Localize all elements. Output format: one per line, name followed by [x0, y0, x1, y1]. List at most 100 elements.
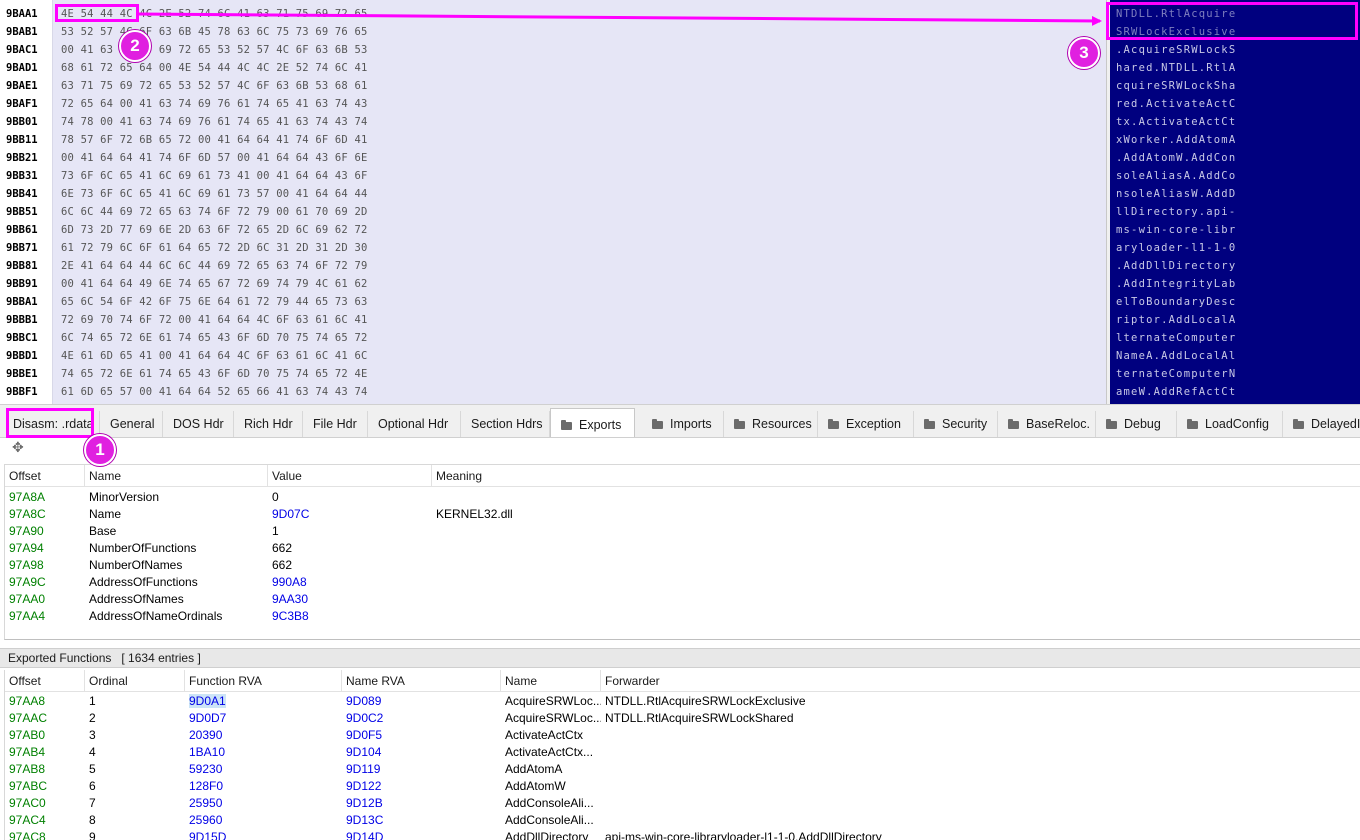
ascii-row[interactable]: red.ActivateActC [1116, 95, 1236, 113]
hex-byte-row[interactable]: 65 6C 54 6F 42 6F 75 6E 64 61 72 79 44 6… [61, 293, 368, 311]
cell-func-rva[interactable]: 9D0A1 [185, 693, 342, 710]
cell-name-rva[interactable]: 9D12B [342, 795, 501, 812]
cell-func-rva[interactable]: 1BA10 [185, 744, 342, 761]
hex-view[interactable]: 9BAA1 9BAB1 9BAC1 9BAD1 9BAE1 9BAF1 9BB01 9BB11… [0, 0, 1106, 404]
ascii-row[interactable]: hared.NTDLL.RtlA [1116, 59, 1236, 77]
table-row[interactable]: 97AA4 AddressOfNameOrdinals 9C3B8 [5, 608, 1360, 625]
cell-name-rva[interactable]: 9D104 [342, 744, 501, 761]
cell-name-rva[interactable]: 9D13C [342, 812, 501, 829]
column-header-offset[interactable]: Offset [5, 670, 85, 692]
table-row[interactable]: 97AA8 1 9D0A1 9D089 AcquireSRWLoc... NTDLL.Rt… [5, 693, 1360, 710]
ascii-row[interactable]: soleAliasA.AddCo [1116, 167, 1236, 185]
table-row[interactable]: 97A98 NumberOfNames 662 [5, 557, 1360, 574]
hex-byte-row[interactable]: 6C 6C 44 69 72 65 63 74 6F 72 79 00 61 7… [61, 203, 368, 221]
hex-byte-row[interactable]: 72 69 70 74 6F 72 00 41 64 64 4C 6F 63 6… [61, 311, 368, 329]
cell-name-rva[interactable]: 9D0C2 [342, 710, 501, 727]
tab-security[interactable]: Security [914, 411, 998, 437]
table-row[interactable]: 97AC4 8 25960 9D13C AddConsoleAli... [5, 812, 1360, 829]
ascii-row[interactable]: cquireSRWLockSha [1116, 77, 1236, 95]
hex-bytes-column[interactable]: 4E 54 44 4C 4C 2E 52 74 6C 41 63 71 75 6… [52, 0, 1106, 404]
ascii-row[interactable]: llDirectory.api- [1116, 203, 1236, 221]
column-header-value[interactable]: Value [268, 465, 432, 487]
tab-loadconfig[interactable]: LoadConfig [1177, 411, 1283, 437]
cell-name-rva[interactable]: 9D14D [342, 829, 501, 840]
column-header-name[interactable]: Name [85, 465, 268, 487]
cell-func-rva[interactable]: 59230 [185, 761, 342, 778]
column-header-forwarder[interactable]: Forwarder [601, 670, 1360, 692]
cell-name-rva[interactable]: 9D089 [342, 693, 501, 710]
cell-value[interactable]: 9D07C [268, 506, 432, 523]
table-row[interactable]: 97AAC 2 9D0D7 9D0C2 AcquireSRWLoc... NTDLL.Rt… [5, 710, 1360, 727]
tab-basereloc[interactable]: BaseReloc. [998, 411, 1096, 437]
cell-name-rva[interactable]: 9D119 [342, 761, 501, 778]
table-row[interactable]: 97ABC 6 128F0 9D122 AddAtomW [5, 778, 1360, 795]
cell-name-rva[interactable]: 9D122 [342, 778, 501, 795]
ascii-row[interactable]: .AcquireSRWLockS [1116, 41, 1236, 59]
ascii-row[interactable]: ms-win-core-libr [1116, 221, 1236, 239]
cell-value[interactable]: 9AA30 [268, 591, 432, 608]
cell-value[interactable]: 990A8 [268, 574, 432, 591]
table-row[interactable]: 97A8C Name 9D07C KERNEL32.dll [5, 506, 1360, 523]
ascii-row[interactable]: xWorker.AddAtomA [1116, 131, 1236, 149]
table-row[interactable]: 97A8A MinorVersion 0 [5, 489, 1360, 506]
table-row[interactable]: 97A90 Base 1 [5, 523, 1360, 540]
tab-file-hdr[interactable]: File Hdr [303, 411, 368, 437]
table-row[interactable]: 97AC8 9 9D15D 9D14D AddDllDirectory api-ms-wi… [5, 829, 1360, 840]
column-header-name[interactable]: Name [501, 670, 601, 692]
ascii-row[interactable]: elToBoundaryDesc [1116, 293, 1236, 311]
ascii-row[interactable]: ameW.AddRefActCt [1116, 383, 1236, 401]
hex-byte-row[interactable]: 74 78 00 41 63 74 69 76 61 74 65 41 63 7… [61, 113, 368, 131]
hex-byte-row[interactable]: 73 6F 6C 65 41 6C 69 61 73 41 00 41 64 6… [61, 167, 368, 185]
hex-byte-row[interactable]: 4E 61 6D 65 41 00 41 64 64 4C 6F 63 61 6… [61, 347, 368, 365]
column-header-meaning[interactable]: Meaning [432, 465, 1360, 487]
hex-byte-row[interactable]: 74 65 72 6E 61 74 65 43 6F 6D 70 75 74 6… [61, 365, 368, 383]
ascii-view[interactable]: NTDLL.RtlAcquire SRWLockExclusive .Acquire… [1110, 0, 1360, 404]
table-row[interactable]: 97AB4 4 1BA10 9D104 ActivateActCtx... [5, 744, 1360, 761]
hex-byte-row[interactable]: 53 52 57 4C 6F 63 6B 45 78 63 6C 75 73 6… [61, 23, 368, 41]
cell-func-rva[interactable]: 128F0 [185, 778, 342, 795]
ascii-row[interactable]: nsoleAliasW.AddD [1116, 185, 1236, 203]
hex-byte-row[interactable]: 00 41 64 64 41 74 6F 6D 57 00 41 64 64 4… [61, 149, 368, 167]
tab-resources[interactable]: Resources [724, 411, 818, 437]
ascii-row[interactable]: tx.ActivateActCt [1116, 113, 1236, 131]
cell-func-rva[interactable]: 9D0D7 [185, 710, 342, 727]
tab-debug[interactable]: Debug [1096, 411, 1177, 437]
column-header-offset[interactable]: Offset [5, 465, 85, 487]
tab-section-hdrs[interactable]: Section Hdrs [461, 411, 550, 437]
hex-byte-row[interactable]: 6C 74 65 72 6E 61 74 65 43 6F 6D 70 75 7… [61, 329, 368, 347]
table-row[interactable]: 97AB8 5 59230 9D119 AddAtomA [5, 761, 1360, 778]
tab-exception[interactable]: Exception [818, 411, 914, 437]
table-row[interactable]: 97A9C AddressOfFunctions 990A8 [5, 574, 1360, 591]
ascii-row[interactable]: .AddDllDirectory [1116, 257, 1236, 275]
ascii-row[interactable]: riptor.AddLocalA [1116, 311, 1236, 329]
hex-byte-row[interactable]: 78 57 6F 72 6B 65 72 00 41 64 64 41 74 6… [61, 131, 368, 149]
hex-byte-row[interactable]: 63 71 75 69 72 65 53 52 57 4C 6F 63 6B 5… [61, 77, 368, 95]
tab-imports[interactable]: Imports [642, 411, 724, 437]
ascii-row[interactable]: .AddAtomW.AddCon [1116, 149, 1236, 167]
cell-func-rva[interactable]: 25960 [185, 812, 342, 829]
move-icon[interactable]: ✥ [12, 439, 24, 456]
tab-dos-hdr[interactable]: DOS Hdr [163, 411, 234, 437]
hex-byte-row[interactable]: 2E 41 64 64 44 6C 6C 44 69 72 65 63 74 6… [61, 257, 368, 275]
hex-byte-row[interactable]: 6D 73 2D 77 69 6E 2D 63 6F 72 65 2D 6C 6… [61, 221, 368, 239]
tab-rich-hdr[interactable]: Rich Hdr [234, 411, 303, 437]
tab-general[interactable]: General [100, 411, 163, 437]
table-row[interactable]: 97AA0 AddressOfNames 9AA30 [5, 591, 1360, 608]
ascii-row[interactable]: lternateComputer [1116, 329, 1236, 347]
cell-value[interactable]: 9C3B8 [268, 608, 432, 625]
ascii-row[interactable]: ternateComputerN [1116, 365, 1236, 383]
hex-byte-row[interactable]: 00 41 63 71 75 69 72 65 53 52 57 4C 6F 6… [61, 41, 368, 59]
hex-byte-row[interactable]: 61 6D 65 57 00 41 64 64 52 65 66 41 63 7… [61, 383, 368, 401]
cell-func-rva[interactable]: 20390 [185, 727, 342, 744]
column-header-function-rva[interactable]: Function RVA [185, 670, 342, 692]
hex-byte-row[interactable]: 00 41 64 64 49 6E 74 65 67 72 69 74 79 4… [61, 275, 368, 293]
tab-delayedi[interactable]: DelayedI [1283, 411, 1360, 437]
column-header-name-rva[interactable]: Name RVA [342, 670, 501, 692]
hex-byte-row[interactable]: 61 72 79 6C 6F 61 64 65 72 2D 6C 31 2D 3… [61, 239, 368, 257]
ascii-row[interactable]: .AddIntegrityLab [1116, 275, 1236, 293]
hex-byte-row[interactable]: 68 61 72 65 64 00 4E 54 44 4C 4C 2E 52 7… [61, 59, 368, 77]
table-row[interactable]: 97AB0 3 20390 9D0F5 ActivateActCtx [5, 727, 1360, 744]
tab-optional-hdr[interactable]: Optional Hdr [368, 411, 461, 437]
hex-byte-row[interactable]: 72 65 64 00 41 63 74 69 76 61 74 65 41 6… [61, 95, 368, 113]
ascii-row[interactable]: aryloader-l1-1-0 [1116, 239, 1236, 257]
